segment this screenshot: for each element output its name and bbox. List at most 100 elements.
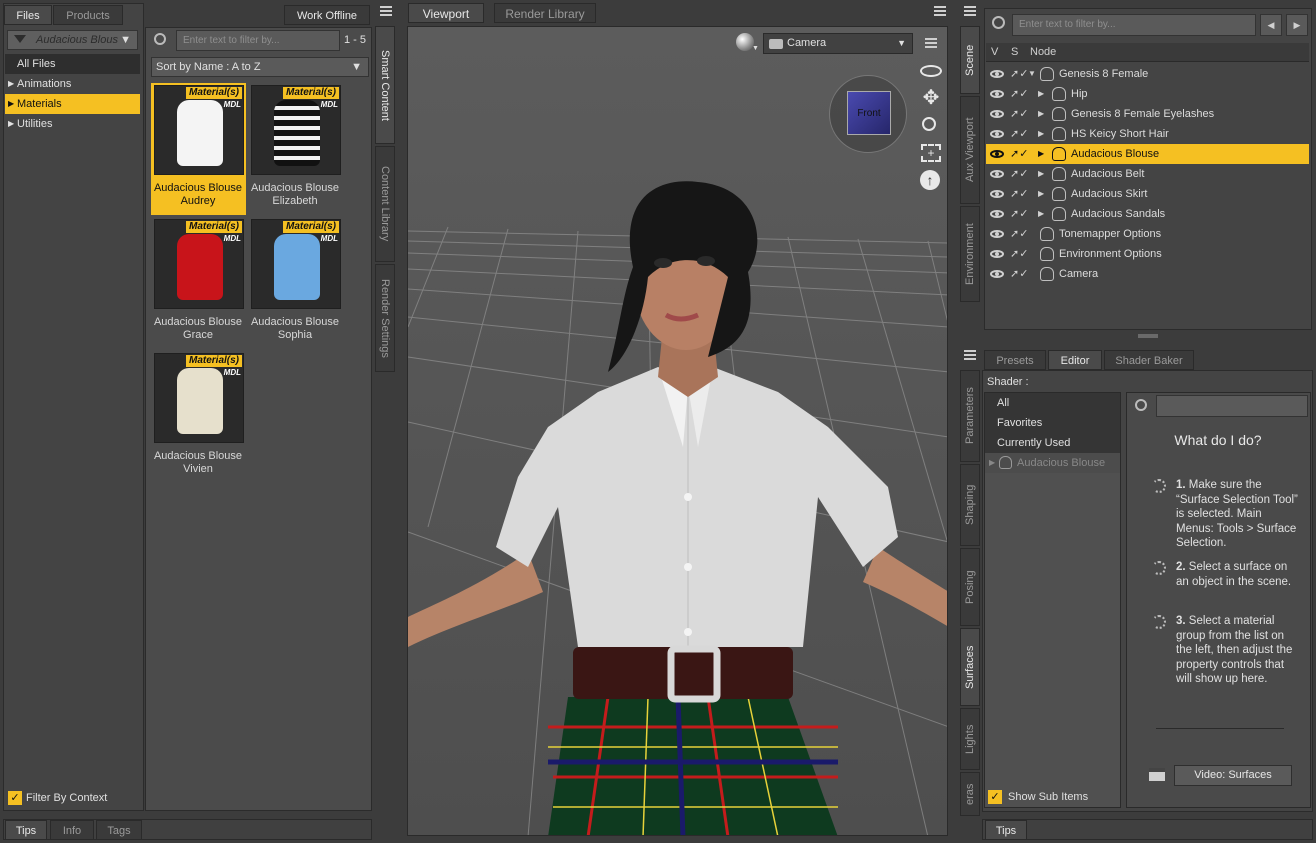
viewport-menu-icon[interactable] [922, 36, 940, 52]
material-thumbnail[interactable]: Material(s) MDL [251, 219, 341, 309]
frame-icon[interactable]: + [921, 144, 941, 162]
surface-list-item-favorites[interactable]: Favorites [985, 413, 1120, 433]
zoom-icon[interactable] [922, 117, 936, 131]
view-cube-front-face[interactable]: Front [847, 91, 891, 135]
tab-render-library[interactable]: Render Library [494, 3, 596, 23]
scene-node-row[interactable]: ➚✓ ▶ Audacious Blouse [986, 144, 1309, 164]
smart-content-search-input[interactable]: Enter text to filter by... [176, 30, 340, 51]
material-thumbnail[interactable]: Material(s) MDL [154, 353, 244, 443]
scene-node-row[interactable]: ➚✓ ▶ HS Keicy Short Hair [986, 124, 1309, 144]
surface-list-item-currently-used[interactable]: Currently Used [985, 433, 1120, 453]
selectable-cursor-icon[interactable]: ➚✓ [1010, 127, 1028, 141]
visibility-eye-icon[interactable] [990, 210, 1004, 218]
tab-tips-right[interactable]: Tips [985, 820, 1027, 840]
visibility-eye-icon[interactable] [990, 130, 1004, 138]
selectable-cursor-icon[interactable]: ➚✓ [1010, 227, 1028, 241]
scene-node-row[interactable]: ➚✓ Tonemapper Options [986, 224, 1309, 244]
scene-node-row[interactable]: ➚✓ ▶ Audacious Skirt [986, 184, 1309, 204]
pan-icon[interactable]: ✥ [920, 87, 942, 109]
panel-menu-icon[interactable] [377, 4, 395, 20]
tab-shaping[interactable]: Shaping [960, 464, 980, 546]
scene-node-row[interactable]: ➚✓ ▶ Genesis 8 Female Eyelashes [986, 104, 1309, 124]
item-label[interactable]: Audacious Blouse Sophia [246, 316, 344, 342]
tab-surfaces[interactable]: Surfaces [960, 628, 980, 706]
visibility-eye-icon[interactable] [990, 70, 1004, 78]
column-node[interactable]: Node [1030, 43, 1056, 62]
sort-dropdown[interactable]: Sort by Name : A to Z ▼ [151, 57, 369, 77]
item-label[interactable]: Audacious Blouse Grace [149, 316, 247, 342]
camera-dropdown[interactable]: Camera ▼ [763, 33, 913, 54]
tab-viewport[interactable]: Viewport [408, 3, 484, 23]
selectable-cursor-icon[interactable]: ➚✓ [1010, 147, 1028, 161]
expand-arrow-icon[interactable]: ▶ [1038, 124, 1044, 144]
video-surfaces-button[interactable]: Video: Surfaces [1174, 765, 1292, 786]
visibility-eye-icon[interactable] [990, 170, 1004, 178]
context-filter-dropdown[interactable]: Audacious Blous ▼ [7, 30, 138, 50]
visibility-eye-icon[interactable] [990, 110, 1004, 118]
scene-node-row[interactable]: ➚✓ ▼ Genesis 8 Female [986, 64, 1309, 84]
category-all-files[interactable]: All Files [5, 54, 140, 74]
tab-posing[interactable]: Posing [960, 548, 980, 626]
selectable-cursor-icon[interactable]: ➚✓ [1010, 167, 1028, 181]
reset-view-icon[interactable]: ↑ [920, 170, 940, 190]
category-animations[interactable]: ▶ Animations [5, 74, 140, 94]
show-sub-items-checkbox[interactable]: ✓ Show Sub Items [988, 789, 1118, 805]
panel-menu-icon[interactable] [961, 348, 979, 364]
tab-editor[interactable]: Editor [1048, 350, 1102, 370]
material-thumbnail[interactable]: Material(s) MDL [251, 85, 341, 175]
tab-tags[interactable]: Tags [96, 820, 142, 840]
tab-tips[interactable]: Tips [5, 820, 47, 840]
category-utilities[interactable]: ▶ Utilities [5, 114, 140, 134]
tab-info[interactable]: Info [50, 820, 94, 840]
tab-aux-viewport[interactable]: Aux Viewport [960, 96, 980, 204]
selectable-cursor-icon[interactable]: ➚✓ [1010, 207, 1028, 221]
property-search-input[interactable] [1156, 395, 1308, 417]
visibility-eye-icon[interactable] [990, 150, 1004, 158]
scene-node-row[interactable]: ➚✓ ▶ Hip [986, 84, 1309, 104]
expand-arrow-icon[interactable]: ▶ [1038, 164, 1044, 184]
expand-arrow-icon[interactable]: ▶ [1038, 84, 1044, 104]
tab-scene[interactable]: Scene [960, 26, 980, 94]
scene-node-row[interactable]: ➚✓ Environment Options [986, 244, 1309, 264]
tab-parameters[interactable]: Parameters [960, 370, 980, 462]
material-thumbnail[interactable]: Material(s) MDL [154, 85, 244, 175]
expand-arrow-icon[interactable]: ▶ [1038, 204, 1044, 224]
selectable-cursor-icon[interactable]: ➚✓ [1010, 247, 1028, 261]
scene-search-input[interactable]: Enter text to filter by... [1012, 14, 1256, 36]
category-materials[interactable]: ▶ Materials [5, 94, 140, 114]
expand-arrow-icon[interactable]: ▶ [1038, 104, 1044, 124]
selectable-cursor-icon[interactable]: ➚✓ [1010, 107, 1028, 121]
selectable-cursor-icon[interactable]: ➚✓ [1010, 187, 1028, 201]
selectable-cursor-icon[interactable]: ➚✓ [1010, 87, 1028, 101]
tab-cameras[interactable]: eras [960, 772, 980, 816]
resize-handle[interactable] [1138, 334, 1158, 338]
tab-products[interactable]: Products [53, 5, 123, 25]
tab-render-settings[interactable]: Render Settings [375, 264, 395, 372]
panel-menu-icon[interactable] [961, 4, 979, 20]
work-offline-button[interactable]: Work Offline [284, 5, 370, 25]
selectable-cursor-icon[interactable]: ➚✓ [1010, 67, 1028, 81]
tab-lights[interactable]: Lights [960, 708, 980, 770]
collapse-arrow-icon[interactable]: ▼ [1028, 64, 1036, 84]
column-selectable[interactable]: S [1011, 43, 1018, 62]
scene-node-row[interactable]: ➚✓ Camera [986, 264, 1309, 284]
tab-environment[interactable]: Environment [960, 206, 980, 302]
scene-prev-button[interactable]: ◀ [1260, 14, 1282, 36]
visibility-eye-icon[interactable] [990, 90, 1004, 98]
tab-shader-baker[interactable]: Shader Baker [1104, 350, 1194, 370]
visibility-eye-icon[interactable] [990, 270, 1004, 278]
tab-files[interactable]: Files [4, 5, 52, 25]
orbit-icon[interactable] [920, 65, 942, 77]
selectable-cursor-icon[interactable]: ➚✓ [1010, 267, 1028, 281]
expand-arrow-icon[interactable]: ▶ [1038, 184, 1044, 204]
tab-content-library[interactable]: Content Library [375, 146, 395, 262]
expand-arrow-icon[interactable]: ▶ [1038, 144, 1044, 164]
item-label[interactable]: Audacious Blouse Elizabeth [246, 182, 344, 208]
tab-presets[interactable]: Presets [984, 350, 1046, 370]
column-visible[interactable]: V [991, 43, 998, 62]
scene-next-button[interactable]: ▶ [1286, 14, 1308, 36]
item-label[interactable]: Audacious Blouse Vivien [149, 450, 247, 476]
surface-list-item-audacious-blouse[interactable]: ▶ Audacious Blouse [985, 453, 1120, 473]
scene-node-row[interactable]: ➚✓ ▶ Audacious Belt [986, 164, 1309, 184]
surface-list-item-all[interactable]: All [985, 393, 1120, 413]
